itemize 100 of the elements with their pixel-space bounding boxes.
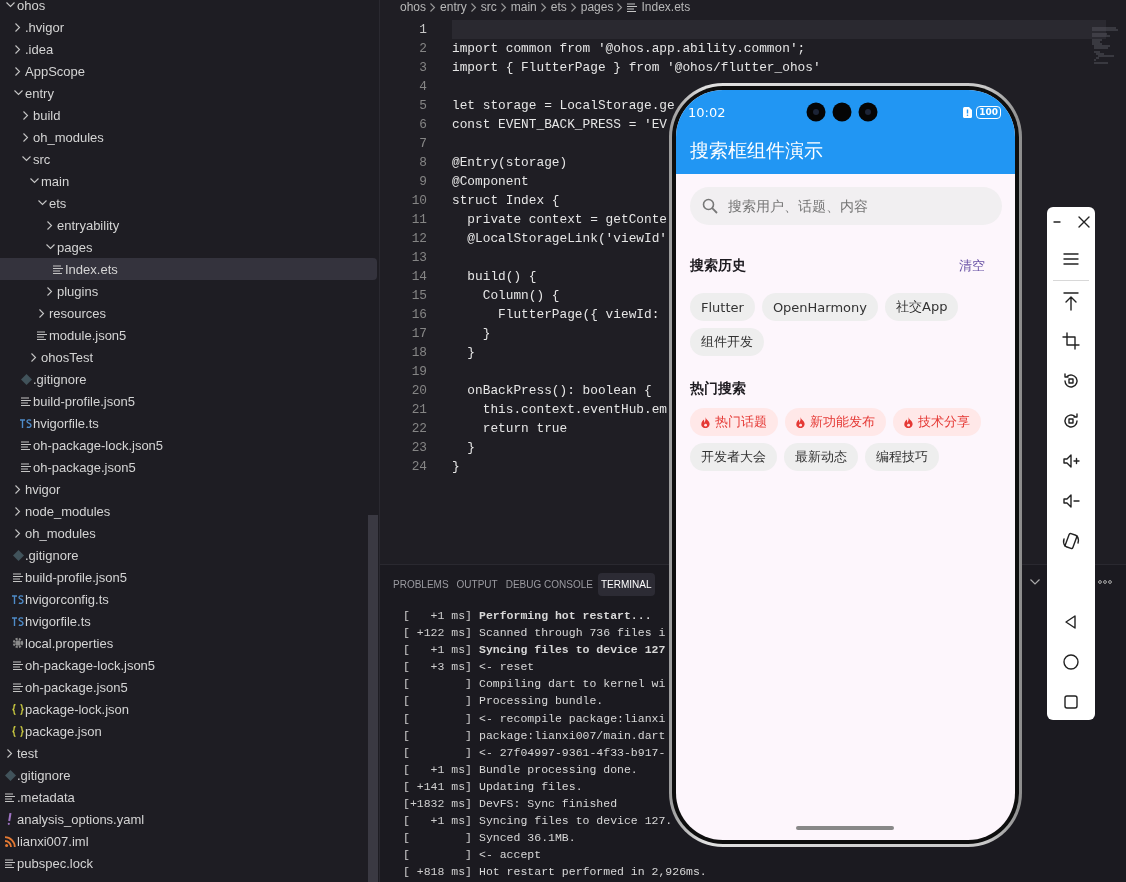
breadcrumb-item[interactable]: ohos xyxy=(400,0,427,14)
folder-item[interactable]: ohosTest xyxy=(0,346,379,368)
file-lines-icon xyxy=(5,858,15,868)
crop-icon[interactable] xyxy=(1060,330,1082,352)
hot-search-chip[interactable]: 技术分享 xyxy=(893,408,981,436)
file-item[interactable]: .metadata xyxy=(0,786,379,808)
file-item[interactable]: .gitignore xyxy=(0,764,379,786)
file-item[interactable]: build-profile.json5 xyxy=(0,566,379,588)
folder-item[interactable]: pages xyxy=(0,236,379,258)
search-chip[interactable]: 编程技巧 xyxy=(865,443,939,471)
chevron-right-icon xyxy=(470,2,477,12)
file-item[interactable]: hvigorfile.ts xyxy=(0,412,379,434)
folder-item[interactable]: src xyxy=(0,148,379,170)
folder-item[interactable]: .idea xyxy=(0,38,379,60)
panel-tab[interactable]: OUTPUT xyxy=(453,572,501,596)
folder-item[interactable]: oh_modules xyxy=(0,522,379,544)
chevron-right-icon xyxy=(47,286,53,296)
history-chip[interactable]: 社交App xyxy=(885,293,959,321)
diamond-icon xyxy=(20,373,32,385)
chevron-right-icon xyxy=(540,2,547,12)
folder-item[interactable]: node_modules xyxy=(0,500,379,522)
file-item[interactable]: analysis_options.yaml xyxy=(0,808,379,830)
line-number: 13 xyxy=(410,250,427,265)
breadcrumb-item[interactable]: pages xyxy=(580,0,614,14)
file-item[interactable]: module.json5 xyxy=(0,324,379,346)
chevron-right-icon xyxy=(15,506,21,516)
folder-item[interactable]: ets xyxy=(0,192,379,214)
chevron-down-icon xyxy=(21,156,31,162)
file-item[interactable]: oh-package-lock.json5 xyxy=(0,434,379,456)
file-item[interactable]: oh-package-lock.json5 xyxy=(0,654,379,676)
folder-item[interactable]: main xyxy=(0,170,379,192)
file-item[interactable]: hvigorconfig.ts xyxy=(0,588,379,610)
file-item[interactable]: hvigorfile.ts xyxy=(0,610,379,632)
panel-tab[interactable]: TERMINAL xyxy=(597,572,655,596)
line-number: 20 xyxy=(410,383,427,398)
breadcrumb-item[interactable]: Index.ets xyxy=(641,0,691,14)
folder-item[interactable]: entry xyxy=(0,82,379,104)
search-chip[interactable]: 最新动态 xyxy=(784,443,858,471)
search-field[interactable]: 搜索用户、话题、内容 xyxy=(690,187,1002,225)
folder-item[interactable]: .hvigor xyxy=(0,16,379,38)
folder-item[interactable]: oh_modules xyxy=(0,126,379,148)
battery-level: 100 xyxy=(976,105,1001,119)
file-item[interactable]: package.json xyxy=(0,720,379,742)
code-line: private context = getConte xyxy=(466,211,668,229)
panel-tab[interactable]: DEBUG CONSOLE xyxy=(502,572,596,596)
chevron-right-icon xyxy=(430,2,437,12)
folder-item[interactable]: build xyxy=(0,104,379,126)
breadcrumb-item[interactable]: entry xyxy=(440,0,467,14)
search-chip[interactable]: 开发者大会 xyxy=(690,443,777,471)
more-icon[interactable] xyxy=(1098,580,1112,584)
pin-to-top-icon[interactable] xyxy=(1060,290,1082,312)
terminal-timestamp: [ ] xyxy=(403,745,472,761)
file-item[interactable]: local.properties xyxy=(0,632,379,654)
folder-item[interactable]: ohos xyxy=(0,0,379,16)
file-item[interactable]: oh-package.json5 xyxy=(0,456,379,478)
chevron-right-icon xyxy=(15,66,21,76)
line-number: 19 xyxy=(410,364,427,379)
history-chip[interactable]: 组件开发 xyxy=(690,328,764,356)
hot-search-chip[interactable]: 新功能发布 xyxy=(785,408,886,436)
rss-icon xyxy=(4,835,16,847)
terminal-timestamp: [ ] xyxy=(403,711,472,727)
terminal-line: package:lianxi007/main.dart xyxy=(479,728,666,744)
file-item[interactable]: .gitignore xyxy=(0,544,379,566)
rotate-device-icon[interactable] xyxy=(1060,530,1082,552)
terminal-timestamp: [ +3 ms] xyxy=(403,660,472,676)
terminal-line: <- recompile package:lianxi xyxy=(479,711,666,727)
file-item[interactable]: pubspec.lock xyxy=(0,852,379,874)
history-chip[interactable]: Flutter xyxy=(690,293,755,321)
diamond-icon xyxy=(4,769,16,781)
panel-tab[interactable]: PROBLEMS xyxy=(390,572,452,596)
terminal-timestamp: [ +122 ms] xyxy=(403,626,472,642)
file-item[interactable]: oh-package.json5 xyxy=(0,676,379,698)
file-item[interactable]: .gitignore xyxy=(0,368,379,390)
file-item[interactable]: lianxi007.iml xyxy=(0,830,379,852)
folder-item[interactable]: test xyxy=(0,742,379,764)
chevron-down-icon[interactable] xyxy=(1030,579,1040,585)
breadcrumb-item[interactable]: src xyxy=(480,0,497,14)
file-item[interactable]: Index.ets xyxy=(0,258,377,280)
hot-search-chip[interactable]: 热门话题 xyxy=(690,408,778,436)
terminal-timestamp: [ ] xyxy=(403,831,472,847)
file-item[interactable]: package-lock.json xyxy=(0,698,379,720)
chevron-right-icon xyxy=(39,308,45,318)
line-number: 18 xyxy=(410,345,427,360)
chevron-down-icon xyxy=(13,90,23,96)
breadcrumb-item[interactable]: ets xyxy=(550,0,567,14)
home-icon[interactable] xyxy=(1060,651,1082,673)
folder-item[interactable]: hvigor xyxy=(0,478,379,500)
folder-item[interactable]: plugins xyxy=(0,280,379,302)
terminal-line: <- reset xyxy=(479,660,535,676)
folder-item[interactable]: AppScope xyxy=(0,60,379,82)
clear-link[interactable]: 清空 xyxy=(959,257,985,275)
breadcrumb-item[interactable]: main xyxy=(510,0,537,14)
line-number: 8 xyxy=(418,155,427,170)
scrollbar[interactable] xyxy=(368,515,378,882)
history-chip[interactable]: OpenHarmony xyxy=(761,293,878,321)
code-line: @LocalStorageLink('viewId' xyxy=(466,230,668,248)
exclamation-icon xyxy=(7,813,13,825)
folder-item[interactable]: resources xyxy=(0,302,379,324)
folder-item[interactable]: entryability xyxy=(0,214,379,236)
file-item[interactable]: build-profile.json5 xyxy=(0,390,379,412)
